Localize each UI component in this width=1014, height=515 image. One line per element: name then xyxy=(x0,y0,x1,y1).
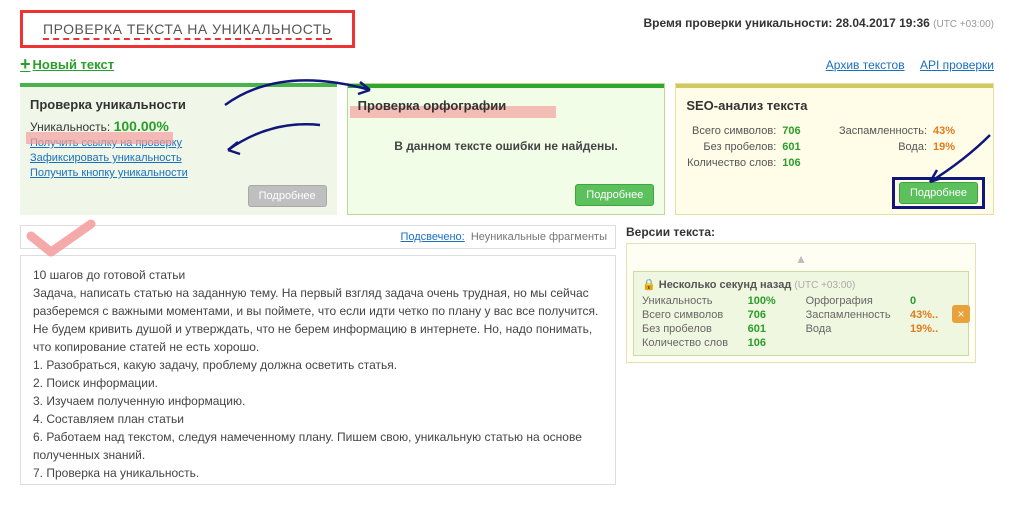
page-title-box: ПРОВЕРКА ТЕКСТА НА УНИКАЛЬНОСТЬ xyxy=(20,10,355,48)
check-time: Время проверки уникальности: 28.04.2017 … xyxy=(643,16,994,30)
orthography-card: Проверка орфографии В данном тексте ошиб… xyxy=(347,83,666,215)
uniq-link-button[interactable]: Получить кнопку уникальности xyxy=(30,167,327,179)
plus-icon: + xyxy=(20,54,31,75)
orth-heading: Проверка орфографии xyxy=(358,98,507,113)
uniq-link-fix[interactable]: Зафиксировать уникальность xyxy=(30,152,327,164)
lock-icon: 🔒 xyxy=(642,279,656,291)
versions-box: ▴ 🔒 Несколько секунд назад (UTC +03:00) … xyxy=(626,243,976,363)
uniqueness-card: Проверка уникальности Уникальность: 100.… xyxy=(20,83,337,215)
new-text-link[interactable]: +Новый текст xyxy=(20,54,114,75)
seo-water-label: Вода: xyxy=(838,141,927,153)
seo-words-label: Количество слов: xyxy=(686,157,776,169)
highlight-bar: Подсвечено: Неуникальные фрагменты xyxy=(20,225,616,249)
orth-more-button[interactable]: Подробнее xyxy=(575,184,654,206)
seo-more-button[interactable]: Подробнее xyxy=(899,182,978,204)
seo-water-value: 19% xyxy=(933,141,983,153)
seo-words-value: 106 xyxy=(782,157,832,169)
seo-card: SEO-анализ текста Всего символов: 706 За… xyxy=(675,83,994,215)
archive-link[interactable]: Архив текстов xyxy=(826,58,905,72)
version-timeago: Несколько секунд назад xyxy=(659,279,792,291)
seo-spam-label: Заспамленность: xyxy=(838,125,927,137)
seo-heading: SEO-анализ текста xyxy=(686,98,807,113)
seo-nospace-value: 601 xyxy=(782,141,832,153)
versions-title: Версии текста: xyxy=(626,225,976,239)
seo-more-highlight-box: Подробнее xyxy=(892,177,985,209)
seo-total-chars-value: 706 xyxy=(782,125,832,137)
collapse-icon[interactable]: ▴ xyxy=(633,250,969,267)
uniq-more-button[interactable]: Подробнее xyxy=(248,185,327,207)
article-text: 10 шагов до готовой статьи Задача, напис… xyxy=(20,255,616,485)
close-icon[interactable]: × xyxy=(952,305,970,323)
seo-spam-value: 43% xyxy=(933,125,983,137)
seo-total-chars-label: Всего символов: xyxy=(686,125,776,137)
uniq-heading: Проверка уникальности xyxy=(30,97,186,112)
seo-nospace-label: Без пробелов: xyxy=(686,141,776,153)
version-tz: (UTC +03:00) xyxy=(794,280,855,291)
page-title: ПРОВЕРКА ТЕКСТА НА УНИКАЛЬНОСТЬ xyxy=(43,21,332,37)
uniq-value-row: Уникальность: 100.00% xyxy=(30,118,169,134)
highlight-label: Неуникальные фрагменты xyxy=(471,231,607,243)
orth-message: В данном тексте ошибки не найдены. xyxy=(358,139,655,153)
checkmark-annotation xyxy=(26,218,96,258)
version-entry[interactable]: 🔒 Несколько секунд назад (UTC +03:00) Ун… xyxy=(633,271,969,356)
highlighted-link[interactable]: Подсвечено: xyxy=(400,231,464,243)
api-link[interactable]: API проверки xyxy=(920,58,994,72)
